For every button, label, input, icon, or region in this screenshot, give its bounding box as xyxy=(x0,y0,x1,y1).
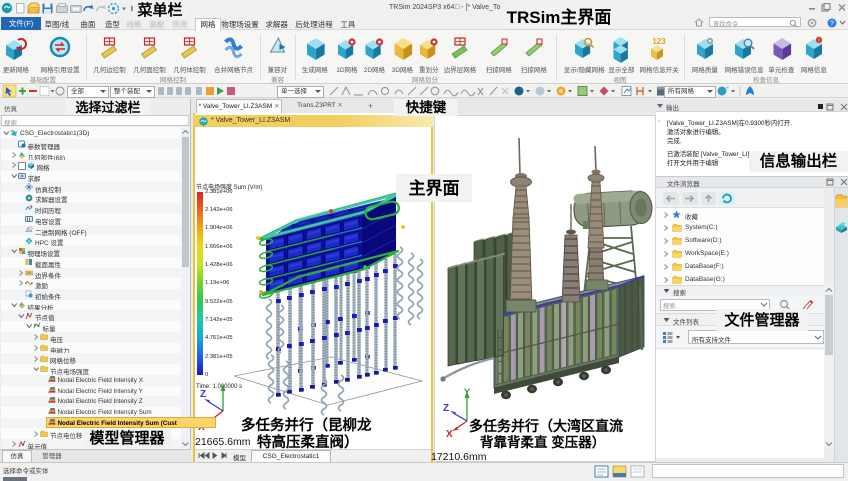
svg-text:?: ? xyxy=(830,20,834,27)
svg-text:A: A xyxy=(27,238,30,243)
svg-text:123: 123 xyxy=(652,37,666,46)
